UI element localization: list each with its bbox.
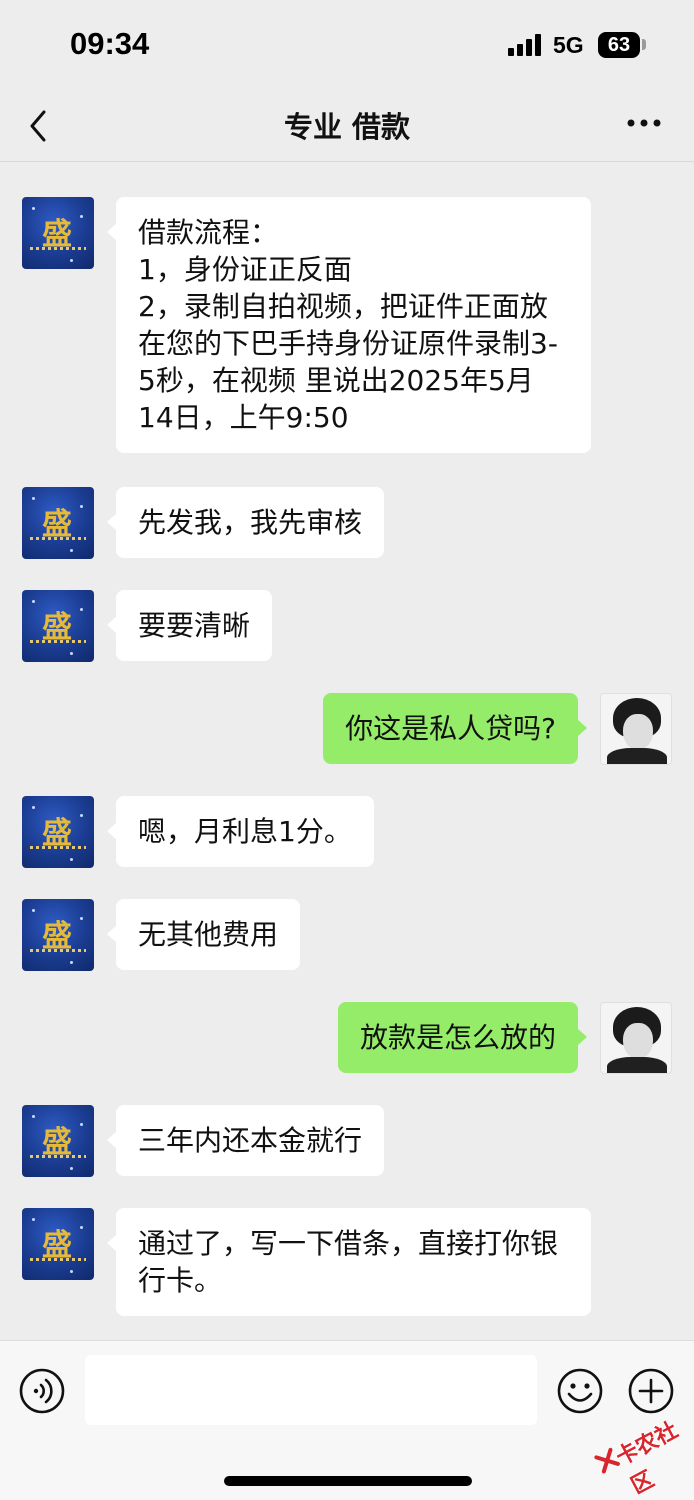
my-avatar[interactable] xyxy=(600,1002,672,1074)
message-bubble-received[interactable]: 借款流程： 1，身份证正反面 2，录制自拍视频，把证件正面放在您的下巴手持身份证… xyxy=(107,197,591,453)
signal-strength-icon xyxy=(508,34,544,56)
status-bar: 09:34 5G 63 xyxy=(0,0,694,90)
contact-avatar[interactable]: 盛 xyxy=(22,590,94,662)
battery-tip xyxy=(642,39,646,50)
contact-avatar[interactable]: 盛 xyxy=(22,1105,94,1177)
contact-avatar[interactable]: 盛 xyxy=(22,197,94,269)
contact-avatar[interactable]: 盛 xyxy=(22,796,94,868)
chat-title: 专业 借款 xyxy=(283,110,411,144)
my-avatar[interactable] xyxy=(600,693,672,765)
nav-bar: 专业 借款 xyxy=(0,90,694,162)
message-bubble-sent[interactable]: 放款是怎么放的 xyxy=(337,1002,588,1073)
voice-icon[interactable] xyxy=(18,1367,66,1415)
message-bubble-received[interactable]: 无其他费用 xyxy=(106,899,301,970)
network-type: 5G xyxy=(553,32,584,58)
message-input[interactable] xyxy=(85,1355,537,1425)
message-bubble-received[interactable]: 通过了，写一下借条，直接打你银行卡。 xyxy=(107,1208,591,1316)
more-dots-icon[interactable] xyxy=(624,108,664,138)
message-bubble-received[interactable]: 三年内还本金就行 xyxy=(106,1105,385,1176)
status-time: 09:34 xyxy=(70,26,150,61)
contact-avatar[interactable]: 盛 xyxy=(22,1208,94,1280)
contact-avatar[interactable]: 盛 xyxy=(22,487,94,559)
message-bubble-received[interactable]: 要要清晰 xyxy=(106,590,273,661)
message-bubble-sent[interactable]: 你这是私人贷吗? xyxy=(323,693,587,764)
battery-icon: 63 xyxy=(598,32,640,58)
contact-avatar[interactable]: 盛 xyxy=(22,899,94,971)
message-bubble-received[interactable]: 先发我，我先审核 xyxy=(106,487,385,558)
message-bubble-received[interactable]: 嗯，月利息1分。 xyxy=(107,796,374,867)
home-indicator[interactable] xyxy=(224,1476,472,1486)
emoji-icon[interactable] xyxy=(556,1367,604,1415)
